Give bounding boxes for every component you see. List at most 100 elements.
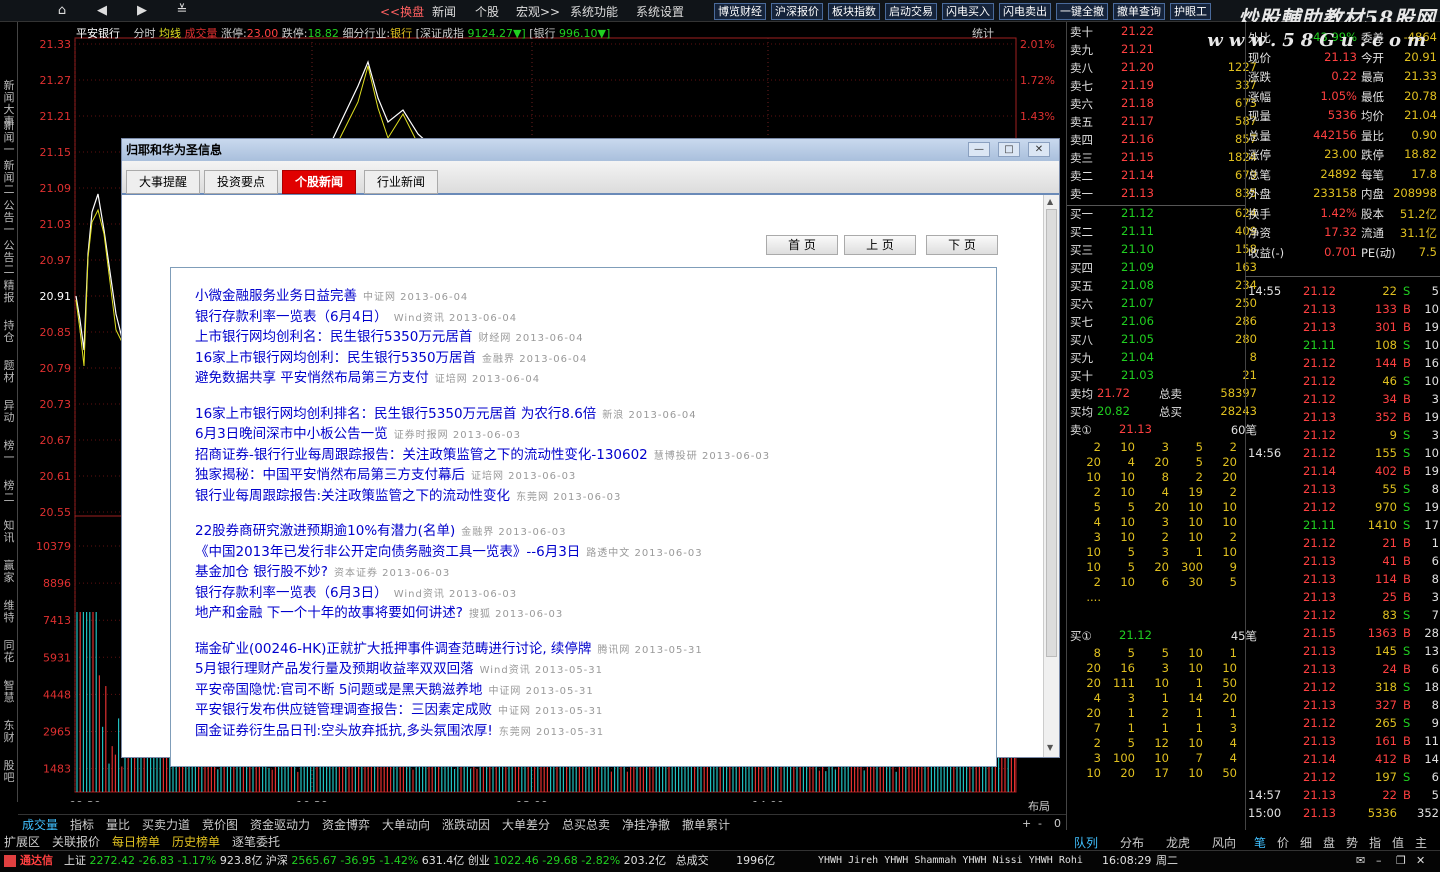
- news-item[interactable]: 避免数据共享 平安悄然布局第三方支付 证培网 2013-06-04: [195, 366, 540, 386]
- btn-sector[interactable]: 板块指数: [828, 3, 880, 20]
- collapse-icon[interactable]: ≚: [162, 1, 202, 21]
- dialog-scrollbar[interactable]: ▲ ▼: [1043, 195, 1059, 757]
- tab-industry-news[interactable]: 行业新闻: [364, 170, 439, 194]
- news-title[interactable]: 银行存款利率一览表（6月4日）: [195, 309, 388, 325]
- news-item[interactable]: 6月3日晚间深市中小板公告一览 证券时报网 2013-06-03: [195, 422, 521, 442]
- left-tab[interactable]: 东财: [2, 720, 16, 744]
- right-tab2[interactable]: 笔: [1254, 834, 1266, 851]
- news-item[interactable]: 16家上市银行网均创利：民生银行5350万居首 金融界 2013-06-04: [195, 346, 587, 366]
- mode-intraday[interactable]: 分时: [134, 27, 156, 40]
- left-tab[interactable]: 知讯: [2, 520, 16, 544]
- news-item[interactable]: 银行存款利率一览表（6月4日） Wind资讯 2013-06-04: [195, 305, 517, 325]
- left-tab[interactable]: 股吧: [2, 760, 16, 784]
- right-tab[interactable]: 风向: [1212, 834, 1236, 851]
- left-tab[interactable]: 榜一: [2, 440, 16, 464]
- news-item[interactable]: 银行存款利率一览表（6月3日） Wind资讯 2013-06-03: [195, 581, 517, 601]
- news-title[interactable]: 基金加仓 银行股不妙?: [195, 564, 328, 580]
- tab-stock-news[interactable]: 个股新闻: [282, 170, 357, 194]
- dialog-minimize-icon[interactable]: —: [968, 142, 990, 157]
- right-tab2[interactable]: 值: [1392, 834, 1404, 851]
- zoom-in-icon[interactable]: +: [1022, 817, 1031, 830]
- menu-settings[interactable]: 系统设置: [636, 3, 684, 20]
- left-tab[interactable]: 同花: [2, 640, 16, 664]
- indicator-tab[interactable]: 撤单累计: [682, 816, 730, 833]
- btn-eye[interactable]: 护眼工: [1170, 3, 1211, 20]
- btn-cancelall[interactable]: 一键全撤: [1056, 3, 1108, 20]
- news-title[interactable]: 22股券商研究激进预期逾10%有潜力(名单): [195, 523, 455, 539]
- stat-button[interactable]: 统计: [972, 25, 994, 41]
- left-tab[interactable]: 维特: [2, 600, 16, 624]
- news-item[interactable]: 银行业每周跟踪报告:关注政策监管之下的流动性变化 东莞网 2013-06-03: [195, 484, 621, 504]
- btn-query[interactable]: 撤单查询: [1113, 3, 1165, 20]
- scroll-up-icon[interactable]: ▲: [1047, 197, 1053, 206]
- menu-switch[interactable]: <<换盘: [380, 3, 424, 20]
- menu-macro[interactable]: 宏观>>: [516, 3, 560, 20]
- news-title[interactable]: 16家上市银行网均创利：民生银行5350万居首: [195, 350, 476, 366]
- news-item[interactable]: 22股券商研究激进预期逾10%有潜力(名单) 金融界 2013-06-03: [195, 519, 567, 539]
- left-tab[interactable]: 新闻二: [2, 160, 16, 196]
- btn-fastsell[interactable]: 闪电卖出: [999, 3, 1051, 20]
- prev-page-button[interactable]: 上 页: [844, 235, 916, 255]
- extension-tab[interactable]: 每日榜单: [112, 833, 160, 850]
- mode-avg[interactable]: 均线: [159, 27, 181, 40]
- news-item[interactable]: 16家上市银行网均创利排名：民生银行5350万元居首 为农行8.6倍 新浪 201…: [195, 402, 697, 422]
- news-title[interactable]: 银行存款利率一览表（6月3日）: [195, 585, 388, 601]
- indicator-tab[interactable]: 大单差分: [502, 816, 550, 833]
- news-title[interactable]: 小微金融服务业务日益完善: [195, 288, 357, 304]
- right-tab2[interactable]: 势: [1346, 834, 1358, 851]
- indicator-tab[interactable]: 净挂净撤: [622, 816, 670, 833]
- indicator-tab[interactable]: 资金驱动力: [250, 816, 310, 833]
- news-title[interactable]: 《中国2013年已发行非公开定向债务融资工具一览表》--6月3日: [195, 544, 580, 560]
- btn-quote[interactable]: 沪深报价: [771, 3, 823, 20]
- news-item[interactable]: 国金证券衍生品日刊:空头放弃抵抗,多头氛围浓厚! 东莞网 2013-05-31: [195, 719, 604, 739]
- news-title[interactable]: 平安银行发布供应链管理调查报告：三因素定成败: [195, 702, 492, 718]
- news-item[interactable]: 独家揭秘：中国平安悄然布局第三方支付幕后 证培网 2013-06-03: [195, 463, 576, 483]
- news-title[interactable]: 地产和金融 下一个十年的故事将要如何讲述?: [195, 605, 463, 621]
- right-tab2[interactable]: 价: [1277, 834, 1289, 851]
- extension-tab[interactable]: 历史榜单: [172, 833, 220, 850]
- indicator-tab[interactable]: 资金博弈: [322, 816, 370, 833]
- left-tab[interactable]: 榜二: [2, 480, 16, 504]
- forward-icon[interactable]: ▶: [122, 1, 162, 21]
- left-tab[interactable]: 持仓: [2, 320, 16, 344]
- news-title[interactable]: 避免数据共享 平安悄然布局第三方支付: [195, 370, 429, 386]
- extension-tab[interactable]: 逐笔委托: [232, 833, 280, 850]
- left-tab[interactable]: 新闻一: [2, 120, 16, 156]
- btn-finance[interactable]: 博览财经: [714, 3, 766, 20]
- news-item[interactable]: 平安银行发布供应链管理调查报告：三因素定成败 中证网 2013-05-31: [195, 698, 603, 718]
- zoom-out-icon[interactable]: -: [1038, 817, 1042, 830]
- first-page-button[interactable]: 首 页: [766, 235, 838, 255]
- news-item[interactable]: 招商证券-银行行业每周跟踪报告：关注政策监管之下的流动性变化-130602 慧博投…: [195, 443, 770, 463]
- news-title[interactable]: 瑞金矿业(00246-HK)正就扩大抵押事件调查范畴进行讨论, 续停牌: [195, 641, 591, 657]
- news-title[interactable]: 银行业每周跟踪报告:关注政策监管之下的流动性变化: [195, 488, 510, 504]
- home-icon[interactable]: ⌂: [42, 1, 82, 21]
- right-tab2[interactable]: 盘: [1323, 834, 1335, 851]
- right-tab2[interactable]: 细: [1300, 834, 1312, 851]
- left-tab[interactable]: 异动: [2, 400, 16, 424]
- news-item[interactable]: 《中国2013年已发行非公开定向债务融资工具一览表》--6月3日 路透中文 201…: [195, 540, 703, 560]
- right-tab[interactable]: 龙虎: [1166, 834, 1190, 851]
- tab-events[interactable]: 大事提醒: [126, 170, 201, 194]
- scroll-down-icon[interactable]: ▼: [1047, 743, 1053, 752]
- minimize-icon[interactable]: –: [1376, 851, 1382, 871]
- news-item[interactable]: 上市银行网均创利名：民生银行5350万元居首 财经网 2013-06-04: [195, 325, 584, 345]
- extension-tab[interactable]: 关联报价: [52, 833, 100, 850]
- extension-tab[interactable]: 扩展区: [4, 833, 40, 850]
- back-icon[interactable]: ◀: [82, 1, 122, 21]
- news-title[interactable]: 平安帝国隐忧:官司不断 5问题或是黑天鹅滋养地: [195, 682, 482, 698]
- news-title[interactable]: 国金证券衍生品日刊:空头放弃抵抗,多头氛围浓厚!: [195, 723, 493, 739]
- layout-button[interactable]: 布局: [1028, 798, 1050, 814]
- news-title[interactable]: 独家揭秘：中国平安悄然布局第三方支付幕后: [195, 467, 465, 483]
- mode-vol[interactable]: 成交量: [185, 27, 218, 40]
- indicator-tab[interactable]: 竞价图: [202, 816, 238, 833]
- left-tab[interactable]: 精报: [2, 280, 16, 304]
- news-title[interactable]: 5月银行理财产品发行量及预期收益率双双回落: [195, 661, 474, 677]
- left-tab[interactable]: 公告一: [2, 200, 16, 236]
- scroll-thumb[interactable]: [1046, 209, 1057, 657]
- left-tab[interactable]: 赢家: [2, 560, 16, 584]
- news-title[interactable]: 招商证券-银行行业每周跟踪报告：关注政策监管之下的流动性变化-130602: [195, 447, 648, 463]
- indicator-tab[interactable]: 涨跌动因: [442, 816, 490, 833]
- restore-icon[interactable]: ❐: [1396, 851, 1406, 871]
- news-item[interactable]: 小微金融服务业务日益完善 中证网 2013-06-04: [195, 284, 468, 304]
- right-tab2[interactable]: 指: [1369, 834, 1381, 851]
